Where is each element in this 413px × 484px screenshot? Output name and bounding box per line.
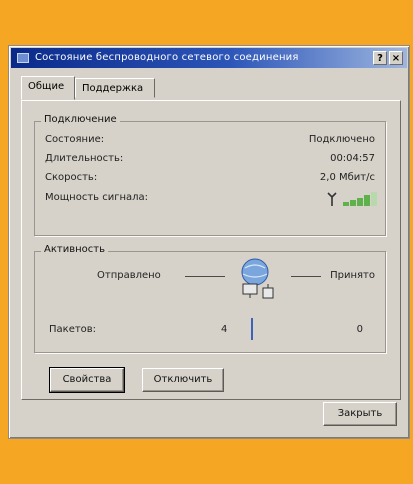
signal-strength-icon	[327, 192, 377, 206]
close-window-button[interactable]: ×	[389, 51, 403, 65]
signal-bar-4	[364, 195, 370, 206]
disable-button[interactable]: Отключить	[142, 368, 224, 392]
connection-group: Подключение Состояние: Подключено Длител…	[34, 114, 386, 236]
sent-packets-value: 4	[221, 324, 228, 335]
duration-label: Длительность:	[45, 153, 124, 164]
antenna-icon	[327, 192, 337, 206]
status-row: Состояние: Подключено	[45, 134, 375, 150]
status-label: Состояние:	[45, 134, 105, 145]
properties-button[interactable]: Свойства	[49, 367, 125, 393]
help-button[interactable]: ?	[373, 51, 387, 65]
tab-panel-general: Подключение Состояние: Подключено Длител…	[21, 100, 401, 400]
received-packets-value: 0	[356, 324, 363, 335]
signal-label: Мощность сигнала:	[45, 192, 149, 203]
received-label: Принято	[330, 270, 375, 281]
tab-general[interactable]: Общие	[21, 76, 75, 100]
speed-label: Скорость:	[45, 172, 98, 183]
signal-bar-5	[371, 192, 377, 206]
window-title: Состояние беспроводного сетевого соедине…	[35, 52, 299, 63]
duration-row: Длительность: 00:04:57	[45, 153, 375, 169]
title-bar[interactable]: Состояние беспроводного сетевого соедине…	[11, 48, 407, 68]
status-value: Подключено	[308, 134, 375, 145]
network-icon	[17, 53, 29, 63]
tab-support[interactable]: Поддержка	[75, 78, 155, 98]
speed-row: Скорость: 2,0 Мбит/с	[45, 172, 375, 188]
signal-bar-1	[343, 202, 349, 206]
sent-label: Отправлено	[97, 270, 161, 281]
close-button[interactable]: Закрыть	[323, 402, 397, 426]
speed-value: 2,0 Мбит/с	[319, 172, 375, 183]
duration-value: 00:04:57	[330, 153, 375, 164]
sent-line	[185, 276, 225, 277]
packets-divider	[251, 318, 253, 340]
status-dialog: Состояние беспроводного сетевого соедине…	[8, 45, 410, 439]
packets-label: Пакетов:	[49, 324, 97, 335]
connection-group-title: Подключение	[41, 114, 120, 125]
activity-group: Активность Отправлено Принято Пакетов: 4…	[34, 244, 386, 353]
signal-row: Мощность сигнала:	[45, 192, 377, 208]
network-computers-icon	[241, 258, 274, 299]
signal-bar-2	[350, 200, 356, 206]
signal-bar-3	[357, 198, 363, 206]
activity-group-title: Активность	[41, 244, 108, 255]
received-line	[291, 276, 321, 277]
